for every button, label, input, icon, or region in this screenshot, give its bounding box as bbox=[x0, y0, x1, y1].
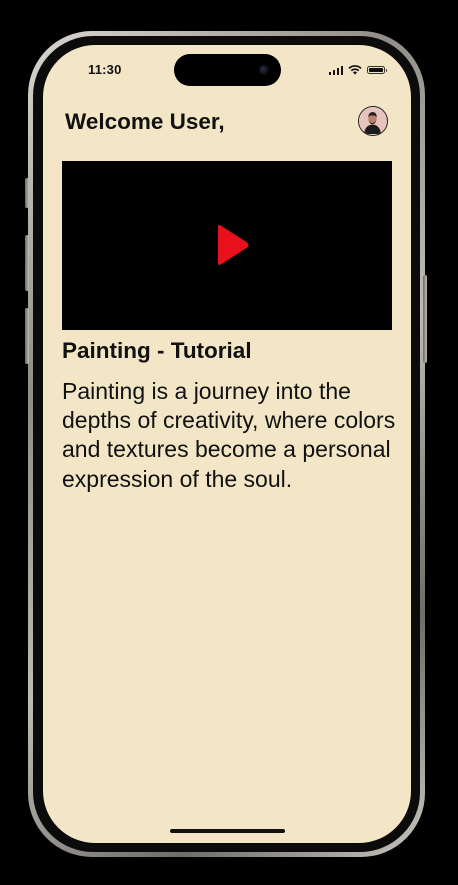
status-time: 11:30 bbox=[88, 62, 122, 77]
power-button bbox=[423, 275, 427, 363]
signal-icon bbox=[328, 65, 343, 75]
post-description: Painting is a journey into the depths of… bbox=[62, 378, 396, 492]
volume-up-button bbox=[25, 235, 29, 291]
play-icon[interactable] bbox=[214, 223, 250, 267]
video-player[interactable] bbox=[62, 161, 392, 330]
welcome-heading: Welcome User, bbox=[65, 109, 225, 134]
action-button bbox=[25, 178, 29, 208]
user-avatar[interactable] bbox=[358, 106, 388, 136]
front-camera-icon bbox=[259, 65, 269, 75]
wifi-icon bbox=[348, 65, 362, 75]
battery-icon bbox=[367, 66, 387, 74]
dynamic-island bbox=[174, 54, 281, 86]
status-icons bbox=[328, 65, 387, 75]
app-screen: 11:30 Welcome User, Painting - Tutorial … bbox=[43, 45, 411, 843]
home-indicator[interactable] bbox=[170, 829, 285, 833]
post-title: Painting - Tutorial bbox=[62, 338, 252, 363]
volume-down-button bbox=[25, 308, 29, 364]
avatar-person-icon bbox=[359, 107, 386, 134]
